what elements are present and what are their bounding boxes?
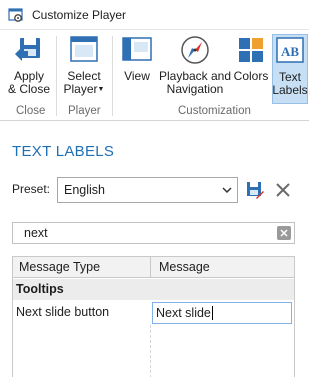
svg-text:AB: AB — [281, 44, 299, 59]
search-input[interactable]: next — [12, 222, 295, 244]
window-title: Customize Player — [32, 7, 127, 22]
text-ab-icon: AB — [276, 37, 304, 63]
apply-close-button[interactable]: Apply & Close — [5, 34, 53, 104]
compass-icon — [181, 36, 209, 64]
group-label-customization: Customization — [178, 105, 251, 117]
table-row[interactable]: Next slide button Next slide — [13, 301, 294, 325]
text-labels-grid: Message Type Message Tooltips Next slide… — [12, 256, 295, 377]
group-label-player: Player — [68, 105, 101, 117]
column-divider — [150, 325, 151, 377]
close-icon — [280, 229, 288, 237]
grid-header: Message Type Message — [13, 257, 294, 278]
save-close-icon — [15, 38, 40, 61]
preset-label: Preset: — [12, 182, 51, 196]
playback-navigation-button[interactable]: Playback and Navigation — [159, 34, 231, 104]
player-window-icon — [70, 36, 98, 62]
text-labels-button[interactable]: AB Text Labels — [272, 34, 308, 104]
view-layout-icon — [122, 37, 152, 61]
view-button[interactable]: View — [118, 34, 156, 104]
column-header-message[interactable]: Message — [159, 260, 210, 274]
group-label-tooltips: Tooltips — [16, 282, 64, 296]
select-player-button[interactable]: Select Player▼ — [60, 34, 108, 104]
clear-search-button[interactable] — [277, 226, 291, 240]
dropdown-caret-icon: ▼ — [97, 86, 105, 93]
text-cursor — [211, 306, 213, 320]
color-swatches-icon — [239, 38, 263, 62]
search-value: next — [24, 226, 48, 240]
group-separator — [56, 36, 57, 116]
ribbon: Apply & Close Select Player▼ View Playback… — [0, 30, 309, 121]
chevron-down-icon — [222, 187, 232, 194]
preset-dropdown[interactable]: English — [57, 177, 238, 203]
delete-preset-icon[interactable] — [274, 181, 292, 199]
colors-button[interactable]: Colors — [232, 34, 270, 104]
preset-value: English — [64, 183, 105, 197]
title-bar: Customize Player — [0, 0, 309, 30]
message-value: Next slide — [156, 306, 211, 320]
message-type-cell: Next slide button — [16, 305, 110, 319]
save-preset-icon[interactable] — [246, 180, 264, 200]
section-title: TEXT LABELS — [12, 143, 115, 160]
message-edit-field[interactable]: Next slide — [152, 302, 292, 324]
app-gear-icon — [8, 7, 23, 22]
column-header-message-type[interactable]: Message Type — [19, 260, 100, 274]
group-separator — [112, 36, 113, 116]
group-label-close: Close — [16, 105, 46, 117]
group-row-tooltips: Tooltips — [13, 279, 294, 300]
